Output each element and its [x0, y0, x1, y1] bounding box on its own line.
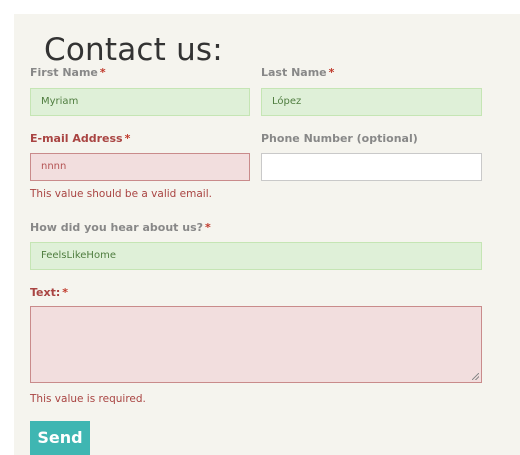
first-name-label: First Name * — [30, 66, 106, 79]
last-name-label: Last Name * — [261, 66, 334, 79]
send-button[interactable]: Send — [30, 421, 90, 455]
first-name-label-text: First Name — [30, 66, 98, 79]
source-label-text: How did you hear about us? — [30, 221, 203, 234]
resize-handle-icon[interactable] — [472, 373, 479, 380]
last-name-input[interactable]: López — [261, 88, 482, 116]
email-label: E-mail Address * — [30, 132, 130, 145]
required-marker: * — [124, 132, 131, 145]
text-error-message: This value is required. — [30, 393, 146, 405]
source-label: How did you hear about us? * — [30, 221, 211, 234]
first-name-input[interactable]: Myriam — [30, 88, 250, 116]
text-label: Text: * — [30, 286, 68, 299]
last-name-label-text: Last Name — [261, 66, 327, 79]
contact-form-panel: Contact us: First Name * Myriam Last Name… — [14, 14, 520, 455]
required-marker: * — [205, 221, 211, 234]
phone-label: Phone Number (optional) — [261, 132, 418, 145]
source-input[interactable]: FeelsLikeHome — [30, 242, 482, 270]
email-label-text: E-mail Address — [30, 132, 123, 145]
required-marker: * — [62, 286, 69, 299]
required-marker: * — [99, 66, 106, 79]
text-label-text: Text: — [30, 286, 61, 299]
message-textarea[interactable] — [30, 306, 482, 383]
email-error-message: This value should be a valid email. — [30, 188, 212, 200]
form-title: Contact us: — [44, 32, 223, 68]
phone-input[interactable] — [261, 153, 482, 181]
required-marker: * — [328, 66, 335, 79]
email-input[interactable]: nnnn — [30, 153, 250, 181]
